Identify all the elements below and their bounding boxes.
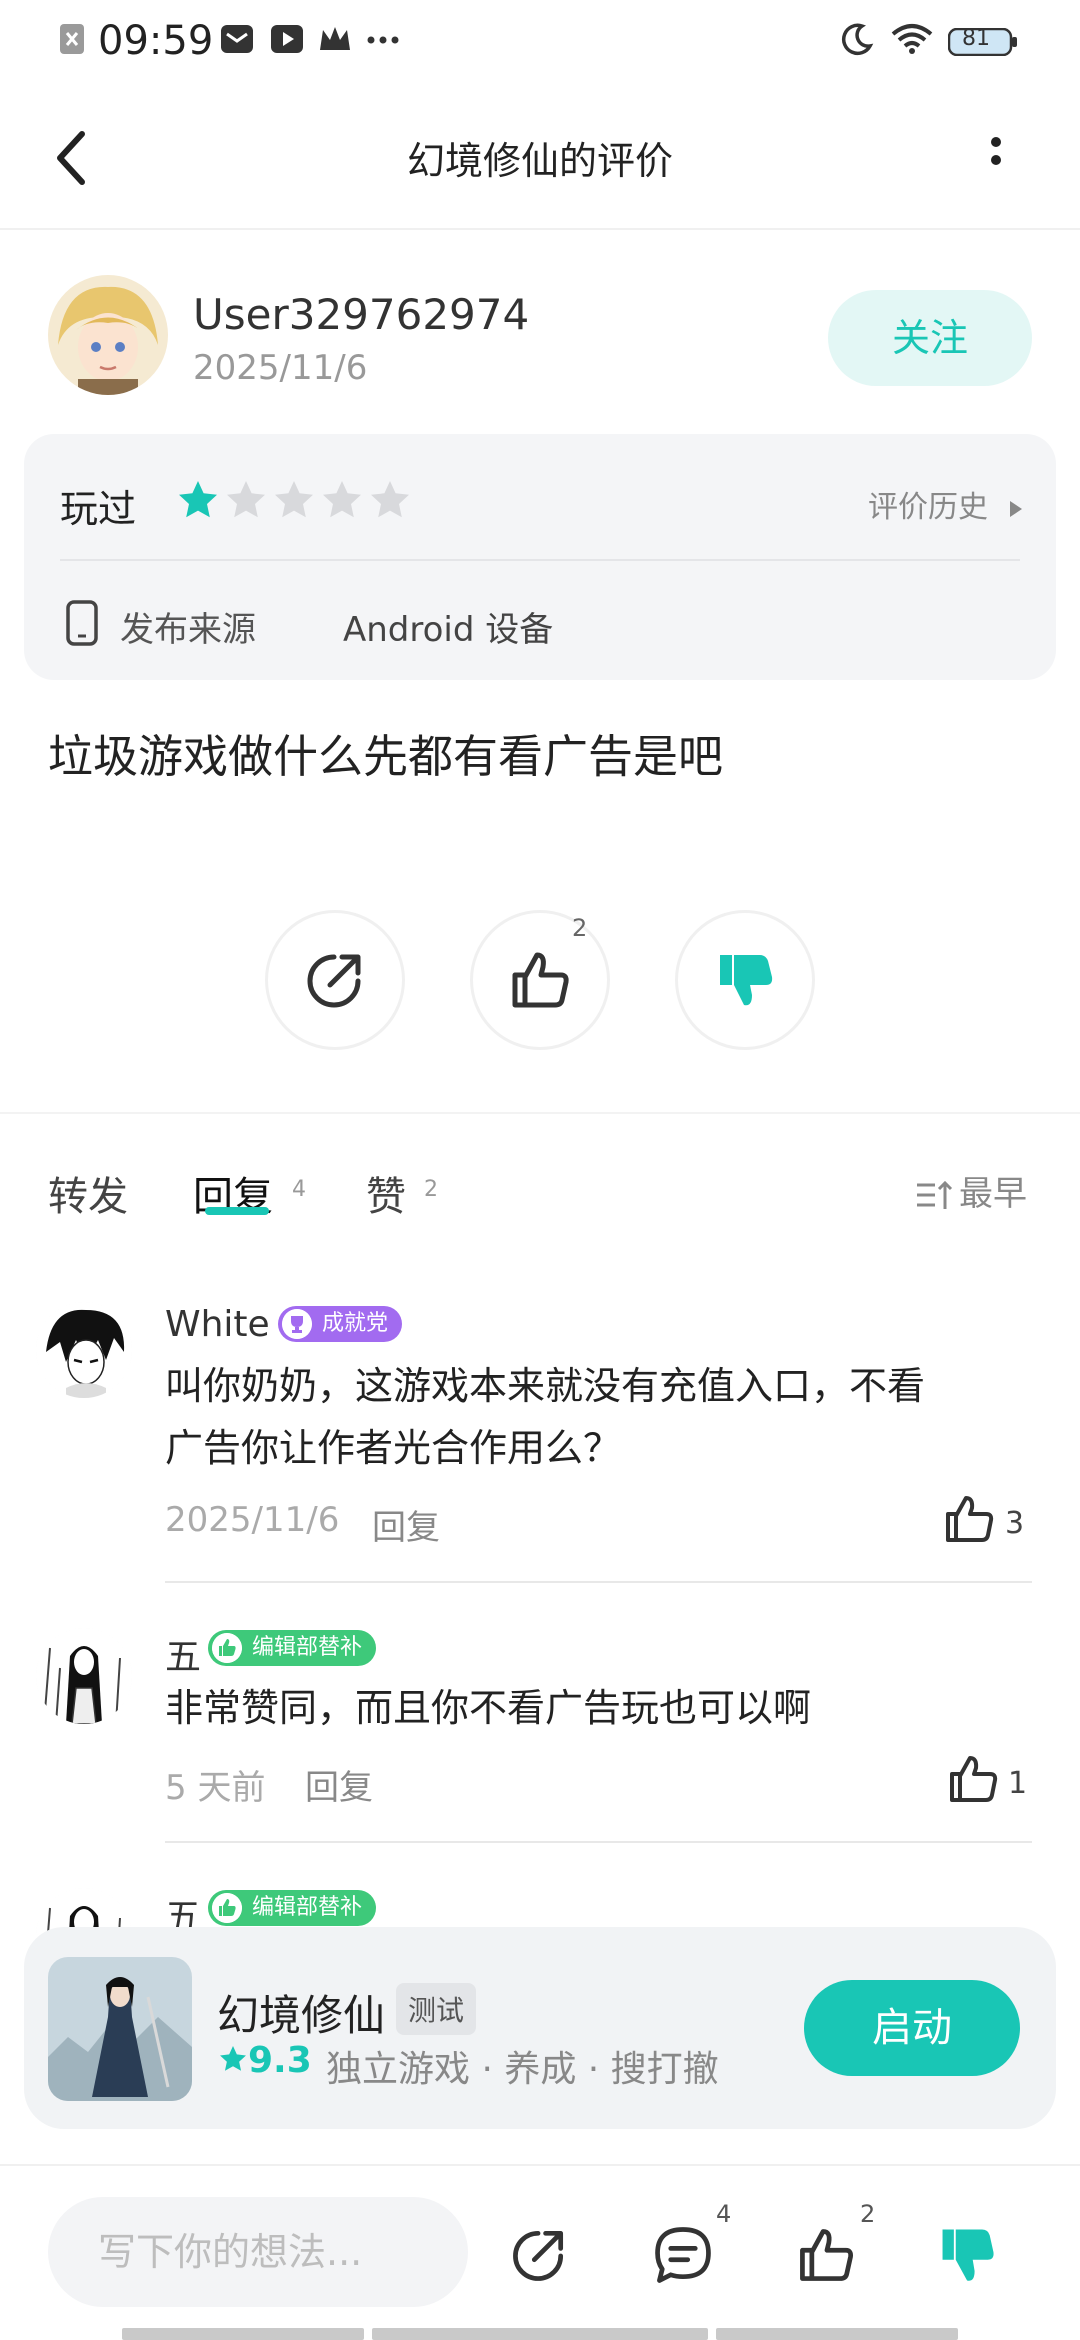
share-icon[interactable] xyxy=(506,2222,572,2288)
divider xyxy=(60,559,1020,561)
thumbs-down-filled-icon xyxy=(720,955,773,1006)
thumbs-up-icon xyxy=(512,952,569,1008)
comment-icon[interactable] xyxy=(650,2222,716,2288)
star-empty-icon xyxy=(275,481,313,518)
header-bar: 幻境修仙的评价 xyxy=(0,90,1080,230)
thumbs-up-icon[interactable] xyxy=(942,1492,996,1546)
section-divider xyxy=(0,1112,1080,1114)
comment-input[interactable] xyxy=(48,2197,468,2307)
wifi-icon xyxy=(891,24,933,54)
star-empty-icon xyxy=(371,481,409,518)
comment-text: 叫你奶奶，这游戏本来就没有充值入口，不看 xyxy=(165,1364,926,1408)
follow-button[interactable]: 关注 xyxy=(828,290,1032,386)
page-title: 幻境修仙的评价 xyxy=(406,139,673,183)
share-button[interactable] xyxy=(265,910,405,1050)
source-label: 发布来源 xyxy=(120,610,256,650)
like-button[interactable] xyxy=(470,910,610,1050)
comment-author[interactable]: White xyxy=(165,1304,270,1345)
thumbs-up-icon[interactable] xyxy=(946,1752,1000,1806)
badge-label: 编辑部替补 xyxy=(252,1635,363,1660)
editor-badge: 编辑部替补 xyxy=(208,1890,377,1926)
sort-icon xyxy=(917,1180,953,1209)
comment-text: 广告你让作者光合作用么？ xyxy=(165,1426,622,1470)
home-indicator xyxy=(372,2328,708,2340)
game-tag: 测试 xyxy=(396,1983,477,2035)
crown-icon xyxy=(320,27,350,50)
star-empty-icon xyxy=(323,481,361,518)
comment-author[interactable]: 五 xyxy=(165,1628,201,1680)
editor-badge: 编辑部替补 xyxy=(208,1630,377,1666)
more-dots-icon xyxy=(367,36,399,44)
tab-likes[interactable]: 赞 xyxy=(366,1164,406,1222)
status-time: 09:59 xyxy=(98,18,214,64)
comment-like-count: 3 xyxy=(1005,1506,1025,1541)
comment-time: 5 天前 xyxy=(165,1768,266,1808)
rating-history-link[interactable]: 评价历史 xyxy=(868,482,1026,526)
review-date: 2025/11/6 xyxy=(193,348,368,388)
game-categories: 独立游戏 · 养成 · 搜打撤 xyxy=(326,2049,719,2090)
review-like-count: 2 xyxy=(572,914,588,942)
thumbs-up-badge-icon xyxy=(212,1893,242,1923)
mail-icon xyxy=(221,25,253,53)
close-box-icon xyxy=(60,24,84,54)
comment-count: 4 xyxy=(716,2200,732,2228)
star-filled-icon xyxy=(220,2046,246,2071)
tab-replies-count: 4 xyxy=(292,1177,306,1202)
game-thumbnail[interactable] xyxy=(48,1957,192,2101)
star-rating xyxy=(176,478,416,526)
comment-avatar[interactable] xyxy=(36,1628,132,1724)
divider xyxy=(165,1841,1032,1843)
game-score-value: 9.3 xyxy=(248,2040,312,2081)
thumbs-up-icon[interactable] xyxy=(793,2222,859,2288)
triangle-right-icon xyxy=(1009,500,1022,517)
dislike-button[interactable] xyxy=(675,910,815,1050)
launch-button[interactable]: 启动 xyxy=(804,1980,1020,2076)
battery-icon: 81 xyxy=(947,26,1018,57)
sort-label: 最早 xyxy=(959,1174,1027,1214)
review-text: 垃圾游戏做什么先都有看广告是吧 xyxy=(48,730,724,783)
achievement-badge: 成就党 xyxy=(278,1306,403,1342)
avatar[interactable] xyxy=(48,275,168,395)
game-score: 9.3 xyxy=(218,2040,312,2081)
source-value: Android 设备 xyxy=(343,610,554,650)
tab-forward[interactable]: 转发 xyxy=(48,1164,128,1222)
status-bar: 09:59 81 xyxy=(0,0,1080,90)
moon-icon xyxy=(841,23,874,56)
sort-button[interactable]: 最早 xyxy=(915,1166,1027,1215)
battery-level: 81 xyxy=(962,26,990,51)
home-indicator xyxy=(122,2328,364,2340)
home-indicator xyxy=(716,2328,958,2340)
comment-like-count: 1 xyxy=(1008,1766,1028,1801)
badge-label: 成就党 xyxy=(322,1311,389,1336)
trophy-icon xyxy=(282,1309,312,1339)
star-empty-icon xyxy=(227,481,265,518)
username[interactable]: User329762974 xyxy=(193,290,529,339)
like-count: 2 xyxy=(860,2200,876,2228)
divider xyxy=(0,2164,1080,2166)
rating-history-label: 评价历史 xyxy=(868,490,988,525)
thumbs-up-badge-icon xyxy=(212,1633,242,1663)
phone-icon xyxy=(66,600,98,646)
reply-button[interactable]: 回复 xyxy=(305,1760,373,1809)
play-icon xyxy=(271,25,303,53)
share-icon xyxy=(307,954,361,1008)
badge-label: 编辑部替补 xyxy=(252,1895,363,1920)
divider xyxy=(165,1581,1032,1583)
vertical-dots-icon[interactable] xyxy=(984,130,1008,186)
comment-avatar[interactable] xyxy=(36,1302,132,1398)
game-name[interactable]: 幻境修仙 xyxy=(217,1982,385,2043)
reply-button[interactable]: 回复 xyxy=(372,1500,440,1549)
star-filled-icon xyxy=(179,481,217,518)
tab-likes-count: 2 xyxy=(424,1177,438,1202)
comment-text: 非常赞同，而且你不看广告玩也可以啊 xyxy=(165,1686,812,1730)
comment-time: 2025/11/6 xyxy=(165,1500,340,1540)
tab-active-indicator xyxy=(205,1207,269,1215)
thumbs-down-filled-icon[interactable] xyxy=(935,2222,1001,2288)
played-label: 玩过 xyxy=(60,487,137,531)
